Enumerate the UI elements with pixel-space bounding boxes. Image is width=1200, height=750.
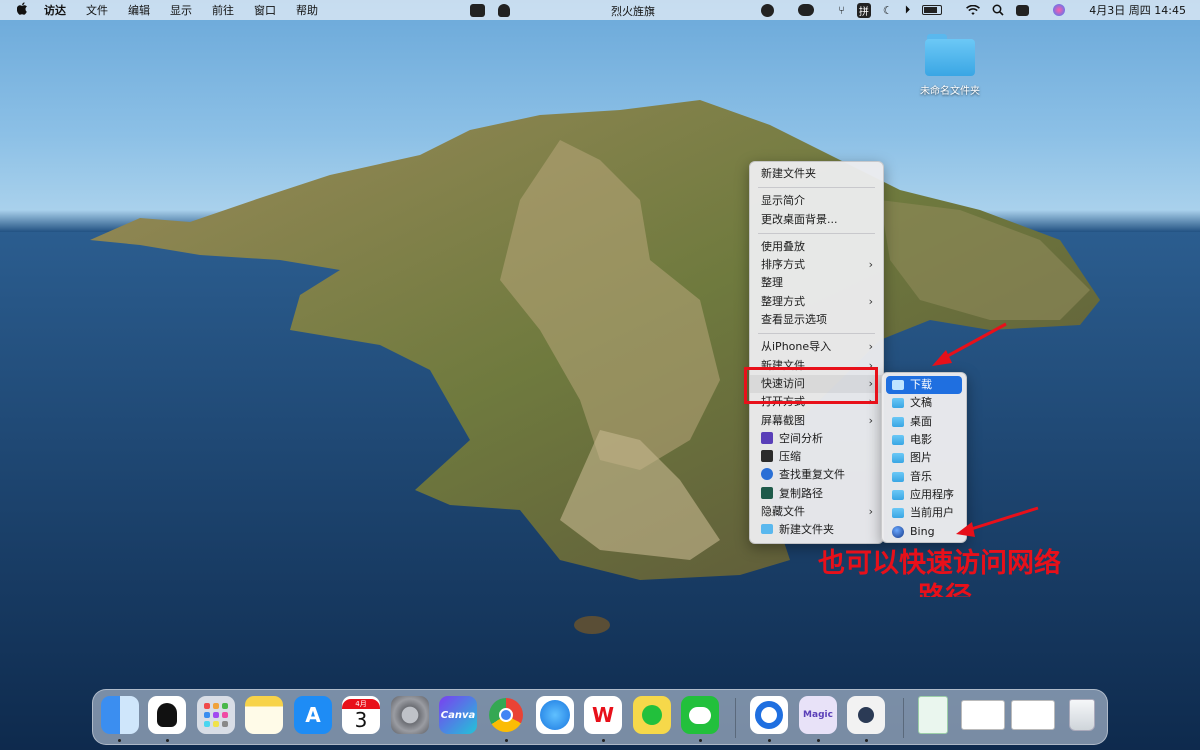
dock-calendar-icon[interactable]: 4月 3 [342, 696, 380, 734]
dock-document-window-2[interactable] [961, 700, 1005, 730]
calendar-day: 3 [354, 708, 368, 732]
dock-document-window-1[interactable] [918, 696, 948, 734]
dock-separator [735, 698, 736, 738]
dock-canva-icon[interactable]: Canva [439, 696, 477, 734]
dock-system-settings-icon[interactable] [391, 696, 429, 734]
dock-launchpad-icon[interactable] [197, 696, 235, 734]
dock-trash-icon[interactable] [1063, 696, 1101, 734]
dock-notes-icon[interactable] [245, 696, 283, 734]
dock-separator [903, 698, 904, 738]
dock-quark-icon[interactable] [750, 696, 788, 734]
dock-magic-icon[interactable]: Magic [799, 696, 837, 734]
dock-qq-music-icon[interactable] [633, 696, 671, 734]
dock-finder-icon[interactable] [101, 696, 139, 734]
desktop[interactable]: 访达 文件 编辑 显示 前往 窗口 帮助 烈火旌旗 ⑂ 拼 ☾ ⏵ 4月3日 周… [0, 0, 1200, 750]
running-indicator [602, 739, 605, 742]
annotation-text-cut: 路径 [918, 582, 998, 597]
running-indicator [817, 739, 820, 742]
dock-avatar-app-icon[interactable] [847, 696, 885, 734]
dock-safari-icon[interactable] [536, 696, 574, 734]
running-indicator [865, 739, 868, 742]
dock-app-store-icon[interactable]: A [294, 696, 332, 734]
running-indicator [699, 739, 702, 742]
dock-document-window-3[interactable] [1011, 700, 1055, 730]
running-indicator [768, 739, 771, 742]
dock-qq-icon[interactable] [148, 696, 186, 734]
annotation-text: 也可以快速访问网络 [818, 548, 1061, 579]
dock-chrome-icon[interactable] [487, 696, 525, 734]
dock-wps-icon[interactable]: W [584, 696, 622, 734]
dock-wechat-icon[interactable] [681, 696, 719, 734]
running-indicator [118, 739, 121, 742]
running-indicator [166, 739, 169, 742]
dock: A 4月 3 Canva W Magic [92, 689, 1108, 745]
running-indicator [505, 739, 508, 742]
annotation-arrows [932, 322, 1039, 537]
